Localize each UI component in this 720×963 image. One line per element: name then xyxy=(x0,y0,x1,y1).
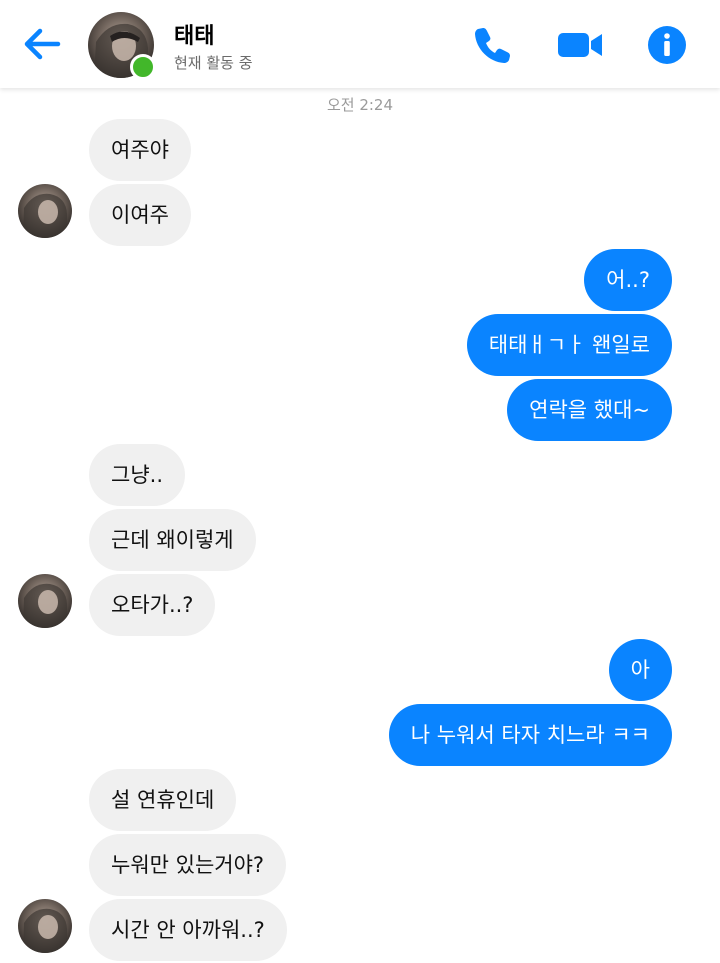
online-status-dot xyxy=(130,54,156,80)
message-bubble-sent[interactable]: 어..? xyxy=(584,249,672,311)
chat-header: 태태 현재 활동 중 xyxy=(0,0,720,88)
message-bubble-sent[interactable]: 태태ㅐㄱㅏ 왠일로 xyxy=(466,314,672,376)
phone-icon[interactable] xyxy=(472,24,514,66)
message-bubble-sent[interactable]: 아 xyxy=(608,639,672,701)
message-timestamp: 오전 2:24 xyxy=(326,96,394,114)
back-arrow-icon[interactable] xyxy=(20,22,64,66)
sender-avatar[interactable] xyxy=(18,574,72,628)
message-bubble-received[interactable]: 근데 왜이렇게 xyxy=(89,509,256,571)
message-bubble-received[interactable]: 여주야 xyxy=(89,119,191,181)
message-bubble-received[interactable]: 오타가..? xyxy=(89,574,216,636)
message-bubble-received[interactable]: 시간 안 아까워..? xyxy=(89,899,287,961)
sender-avatar[interactable] xyxy=(18,899,72,953)
sender-avatar[interactable] xyxy=(18,184,72,238)
info-icon[interactable] xyxy=(646,24,688,66)
contact-avatar[interactable] xyxy=(88,12,156,80)
message-bubble-received[interactable]: 누워만 있는거야? xyxy=(89,834,287,896)
contact-name[interactable]: 태태 xyxy=(174,18,214,50)
message-bubble-received[interactable]: 이여주 xyxy=(89,184,191,246)
video-camera-icon[interactable] xyxy=(556,24,604,66)
message-bubble-sent[interactable]: 나 누워서 타자 치느라 ㅋㅋ xyxy=(388,704,672,766)
message-bubble-sent[interactable]: 연락을 했대~ xyxy=(507,379,672,441)
message-bubble-received[interactable]: 그냥.. xyxy=(89,444,185,506)
message-bubble-received[interactable]: 설 연휴인데 xyxy=(89,769,237,831)
active-status: 현재 활동 중 xyxy=(174,54,253,72)
